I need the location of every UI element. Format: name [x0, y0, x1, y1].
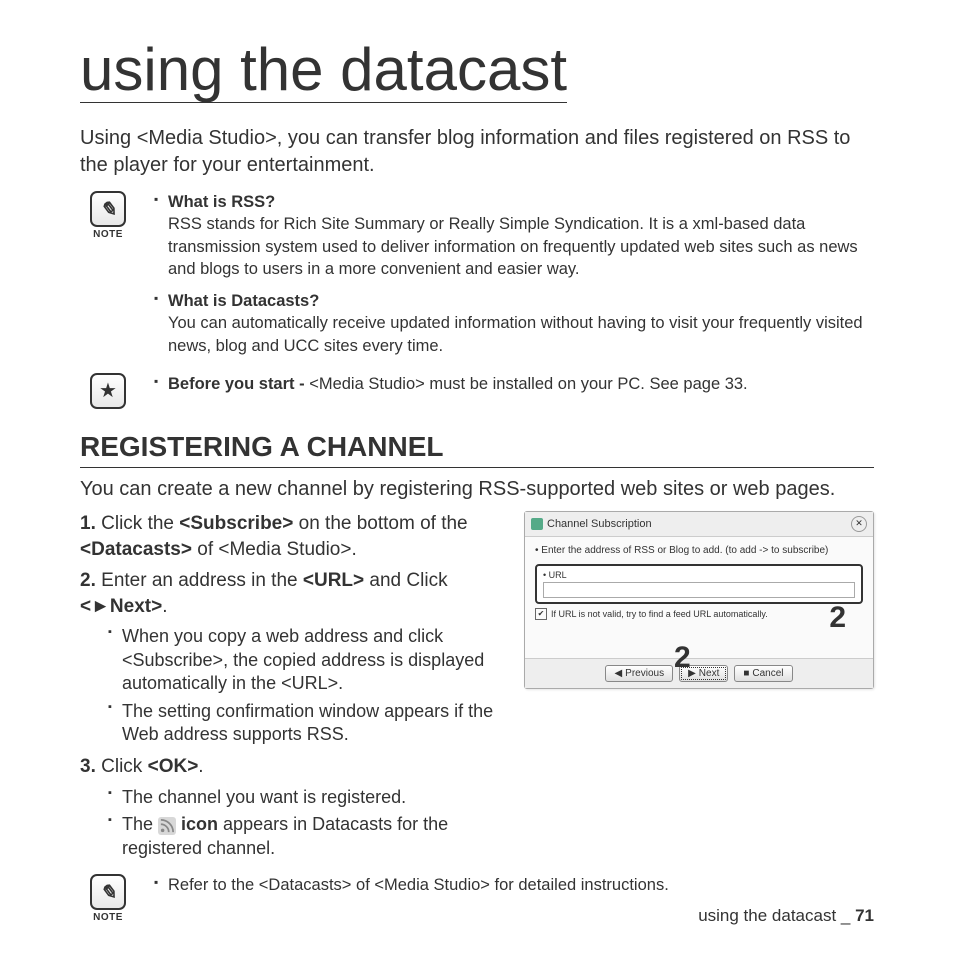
t: . [198, 756, 203, 777]
step-num: 2. [80, 570, 96, 591]
star-icon: ★ [90, 373, 126, 409]
rss-icon [158, 817, 176, 835]
t: on the bottom of the [293, 513, 467, 534]
section-lead: You can create a new channel by register… [80, 478, 874, 501]
annotation-2: 2 [674, 641, 691, 675]
note-icon: ✎ [90, 191, 126, 227]
t: icon [176, 814, 218, 834]
note-q: What is Datacasts? [168, 292, 319, 310]
note-icon: ✎ [90, 874, 126, 910]
url-label: • URL [543, 570, 855, 580]
step-num: 1. [80, 513, 96, 534]
note-a: RSS stands for Rich Site Summary or Real… [168, 215, 858, 278]
sub-item: When you copy a web address and click <S… [108, 625, 504, 695]
t: The [122, 814, 158, 834]
step-3: 3. Click <OK>. [80, 754, 504, 780]
footer-text: using the datacast _ [698, 906, 855, 925]
note-a: You can automatically receive updated in… [168, 314, 863, 354]
btn-label: Previous [625, 668, 664, 679]
intro-text: Using <Media Studio>, you can transfer b… [80, 125, 874, 179]
annotation-2: 2 [829, 601, 846, 635]
star-prefix: Before you start - [168, 375, 309, 393]
close-icon[interactable]: ✕ [851, 516, 867, 532]
previous-button[interactable]: ◀Previous [605, 665, 673, 682]
section-heading: REGISTERING A CHANNEL [80, 431, 874, 468]
t: and Click [364, 570, 447, 591]
t: <OK> [148, 756, 199, 777]
url-input[interactable] [543, 582, 855, 598]
t: Click the [101, 513, 179, 534]
note-label: NOTE [93, 229, 123, 240]
note-item: Refer to the <Datacasts> of <Media Studi… [154, 874, 874, 896]
triangle-left-icon: ◀ [614, 668, 622, 679]
star-item: Before you start - <Media Studio> must b… [154, 373, 874, 395]
sub-item: The channel you want is registered. [108, 786, 504, 809]
note-item: What is RSS? RSS stands for Rich Site Su… [154, 191, 874, 280]
t: <Datacasts> [80, 539, 192, 560]
dialog-icon [531, 518, 543, 530]
page-footer: using the datacast _ 71 [698, 906, 874, 926]
page-title: using the datacast [80, 40, 567, 103]
cancel-button[interactable]: ■Cancel [734, 665, 792, 682]
t: . [162, 596, 167, 617]
note-label: NOTE [93, 912, 123, 923]
channel-subscription-dialog: Channel Subscription ✕ • Enter the addre… [524, 511, 874, 689]
star-text: <Media Studio> must be installed on your… [309, 375, 747, 393]
step-2: 2. Enter an address in the <URL> and Cli… [80, 568, 504, 619]
t: Click [101, 756, 147, 777]
url-group: • URL [535, 564, 863, 604]
dialog-title: Channel Subscription [547, 518, 652, 530]
t: of <Media Studio>. [192, 539, 357, 560]
t: Enter an address in the [101, 570, 303, 591]
step-num: 3. [80, 756, 96, 777]
btn-label: Next [699, 668, 720, 679]
t: <URL> [303, 570, 364, 591]
sub-item: The icon appears in Datacasts for the re… [108, 813, 504, 860]
note-q: What is RSS? [168, 193, 275, 211]
auto-label: If URL is not valid, try to find a feed … [551, 609, 768, 619]
note-item: What is Datacasts? You can automatically… [154, 290, 874, 357]
t: <►Next> [80, 596, 162, 617]
step-1: 1. Click the <Subscribe> on the bottom o… [80, 511, 504, 562]
btn-label: Cancel [752, 668, 783, 679]
dialog-instructions: • Enter the address of RSS or Blog to ad… [535, 545, 863, 556]
auto-checkbox[interactable]: ✔ [535, 608, 547, 620]
page-number: 71 [855, 906, 874, 925]
sub-item: The setting confirmation window appears … [108, 700, 504, 747]
stop-icon: ■ [743, 668, 749, 679]
t: <Subscribe> [179, 513, 293, 534]
